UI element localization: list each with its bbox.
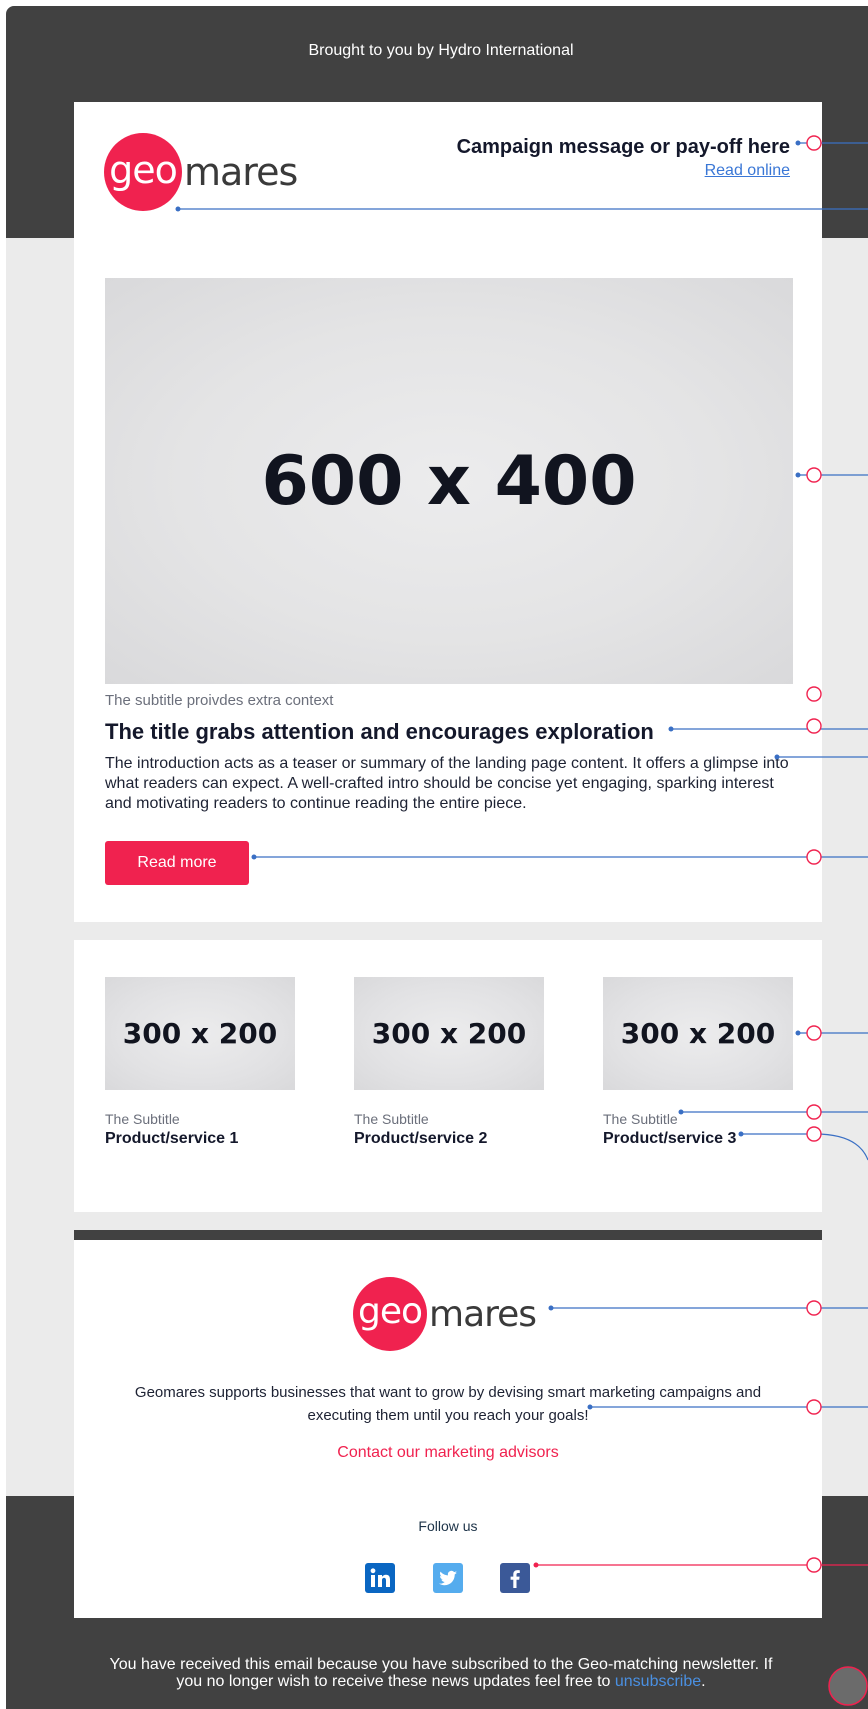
- header-logo[interactable]: geo mares: [104, 133, 298, 211]
- product-image[interactable]: 300 x 200: [354, 977, 544, 1090]
- product-image[interactable]: 300 x 200: [105, 977, 295, 1090]
- product-subtitle: The Subtitle: [105, 1111, 180, 1127]
- hero-intro: The introduction acts as a teaser or sum…: [105, 755, 789, 812]
- product-item[interactable]: 300 x 200 The Subtitle Product/service 3: [603, 977, 793, 1148]
- hero-image[interactable]: 600 x 400: [105, 278, 793, 684]
- disclaimer: You have received this email because you…: [106, 1656, 776, 1690]
- product-name[interactable]: Product/service 2: [354, 1130, 544, 1148]
- disclaimer-end: .: [701, 1673, 706, 1690]
- email-frame: Brought to you by Hydro International ge…: [6, 6, 868, 1709]
- logo-mares-text: mares: [184, 150, 298, 194]
- products-card: 300 x 200 The Subtitle Product/service 1…: [74, 940, 822, 1212]
- twitter-icon[interactable]: [433, 1563, 463, 1593]
- read-more-button[interactable]: Read more: [105, 841, 249, 885]
- campaign-message: Campaign message or pay-off here: [456, 136, 790, 158]
- logo-mares-text: mares: [429, 1293, 537, 1335]
- logo-geo-text: geo: [109, 148, 178, 192]
- hero-card: geo mares Campaign message or pay-off he…: [74, 102, 822, 922]
- product-name[interactable]: Product/service 3: [603, 1130, 793, 1148]
- footer-description: Geomares supports businesses that want t…: [134, 1384, 762, 1424]
- product-item[interactable]: 300 x 200 The Subtitle Product/service 1: [105, 977, 295, 1148]
- product-name[interactable]: Product/service 1: [105, 1130, 295, 1148]
- linkedin-icon[interactable]: [365, 1563, 395, 1593]
- hero-title[interactable]: The title grabs attention and encourages…: [105, 719, 654, 745]
- product-item[interactable]: 300 x 200 The Subtitle Product/service 2: [354, 977, 544, 1148]
- logo-geo-text: geo: [357, 1291, 423, 1332]
- facebook-icon[interactable]: [500, 1563, 530, 1593]
- product-image-placeholder-label: 300 x 200: [620, 1017, 776, 1050]
- logo-circle: geo: [353, 1277, 427, 1351]
- brought-by-text: Brought to you by Hydro International: [308, 42, 574, 59]
- product-image[interactable]: 300 x 200: [603, 977, 793, 1090]
- follow-us-label: Follow us: [418, 1518, 478, 1534]
- product-image-placeholder-label: 300 x 200: [122, 1017, 278, 1050]
- footer-logo[interactable]: geo mares: [353, 1277, 537, 1351]
- product-image-placeholder-label: 300 x 200: [371, 1017, 527, 1050]
- contact-advisors-link[interactable]: Contact our marketing advisors: [74, 1444, 822, 1462]
- hero-subtitle: The subtitle proivdes extra context: [105, 692, 334, 709]
- footer-card: geo mares Geomares supports businesses t…: [74, 1230, 822, 1618]
- product-subtitle: The Subtitle: [354, 1111, 429, 1127]
- read-online-link[interactable]: Read online: [705, 162, 790, 180]
- hero-image-placeholder-label: 600 x 400: [261, 441, 637, 521]
- unsubscribe-link[interactable]: unsubscribe: [615, 1673, 701, 1690]
- product-subtitle: The Subtitle: [603, 1111, 678, 1127]
- logo-circle: geo: [104, 133, 182, 211]
